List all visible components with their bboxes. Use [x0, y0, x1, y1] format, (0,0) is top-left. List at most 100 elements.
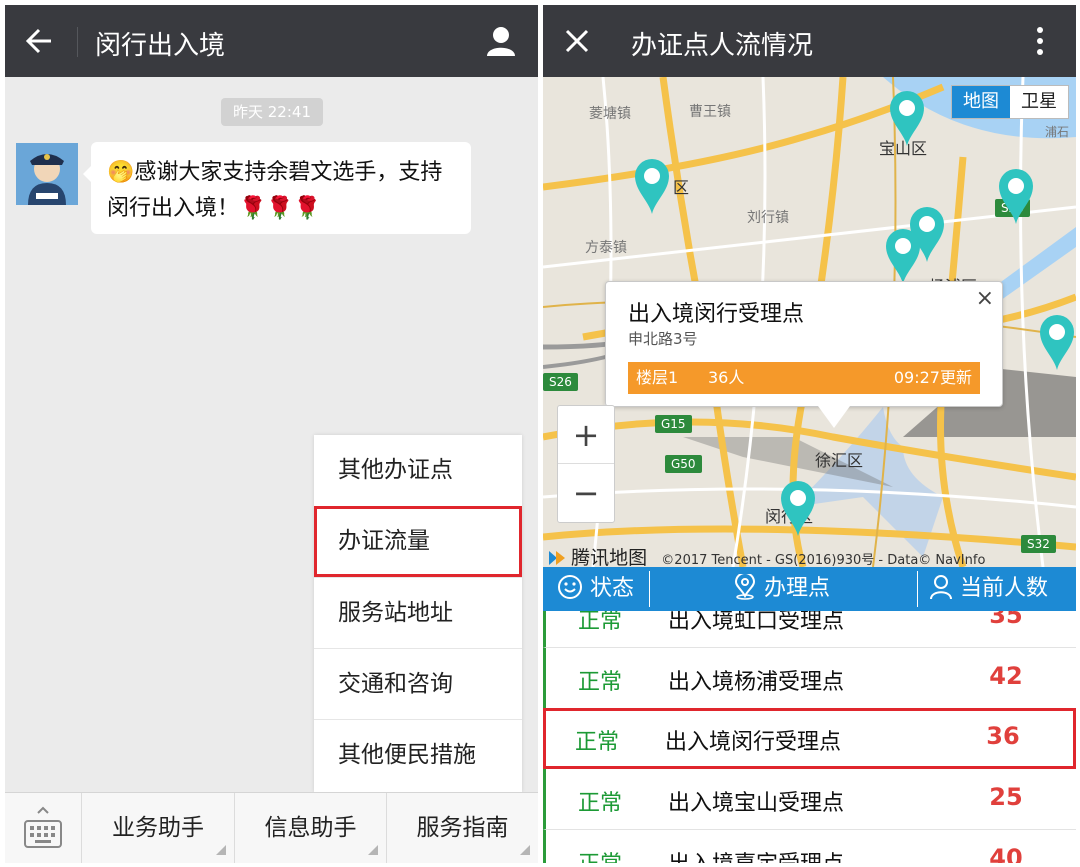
header-divider — [77, 27, 78, 57]
submenu-indicator-icon — [520, 845, 530, 855]
traffic-flow-screen: 办证点人流情况 菱塘镇 曹王镇 宝山区 区 刘行镇 方泰镇 徐汇区 浦石 G15… — [543, 5, 1076, 863]
map-credit: ©2017 Tencent - GS(2016)930号 - Data© Nav… — [661, 553, 986, 567]
location-pin-icon[interactable] — [997, 167, 1035, 225]
avatar[interactable] — [16, 143, 78, 205]
map-label: 菱塘镇 — [589, 106, 631, 122]
row-site-name: 出入境杨浦受理点 — [668, 670, 845, 695]
submenu-indicator-icon — [216, 845, 226, 855]
row-site-name: 出入境宝山受理点 — [668, 791, 845, 816]
highway-shield: S32 — [1021, 535, 1056, 553]
zoom-in-button[interactable]: + — [558, 406, 614, 464]
map-label: 刘行镇 — [747, 210, 789, 226]
bottom-menu-bar: 业务助手 信息助手 服务指南 — [5, 792, 538, 863]
map-label: 曹王镇 — [689, 104, 731, 120]
table-row[interactable]: 正常 出入境杨浦受理点 42 — [543, 648, 1076, 709]
popup-menu: 其他办证点 办证流量 服务站地址 交通和咨询 其他便民措施 — [314, 435, 522, 792]
row-count: 42 — [989, 662, 1023, 690]
message-timestamp: 昨天 22:41 — [221, 98, 323, 126]
back-arrow-icon[interactable] — [19, 23, 59, 59]
location-pin-icon[interactable] — [888, 89, 926, 147]
more-options-icon[interactable] — [1023, 21, 1057, 61]
page-header: 办证点人流情况 — [543, 5, 1076, 77]
location-pin-icon[interactable] — [779, 479, 817, 537]
map-view[interactable]: 菱塘镇 曹王镇 宝山区 区 刘行镇 方泰镇 杨浦区 徐汇区 闵行区 浦石 G15… — [543, 77, 1076, 567]
page-title: 办证点人流情况 — [631, 31, 814, 61]
map-label: 方泰镇 — [585, 240, 627, 256]
table-row[interactable]: 正常 出入境嘉定受理点 40 — [543, 830, 1076, 863]
chat-header: 闵行出入境 — [5, 5, 538, 77]
popup-floor: 楼层1 — [636, 368, 679, 387]
site-list: 正常 出入境虹口受理点 35 正常 出入境杨浦受理点 42 正常 出入境闵行受理… — [543, 611, 1076, 863]
tab-label: 信息助手 — [264, 815, 357, 841]
column-divider — [649, 571, 650, 607]
popup-count: 36人 — [708, 368, 745, 387]
row-status: 正常 — [578, 611, 623, 634]
menu-item-traffic-flow[interactable]: 办证流量 — [314, 506, 522, 577]
zoom-out-button[interactable]: − — [558, 464, 614, 522]
tab-info-assistant[interactable]: 信息助手 — [234, 793, 386, 863]
table-row[interactable]: 正常 出入境宝山受理点 25 — [543, 769, 1076, 830]
table-row-highlighted[interactable]: 正常 出入境闵行受理点 36 — [543, 708, 1076, 769]
row-count: 25 — [989, 783, 1023, 811]
popup-site-name: 出入境闵行受理点 — [628, 302, 805, 327]
highway-shield: G50 — [665, 455, 702, 473]
tab-label: 服务指南 — [416, 815, 509, 841]
map-type-toggle: 地图 卫星 — [951, 85, 1069, 119]
row-status: 正常 — [578, 846, 622, 863]
wechat-chat-screen: 闵行出入境 昨天 22:41 🤭感谢大家支持余碧文选手，支持闵行出入境！🌹🌹🌹 … — [5, 5, 538, 863]
status-column-header: 状态 — [557, 567, 634, 611]
highway-shield: G15 — [655, 415, 692, 433]
close-icon[interactable] — [557, 23, 597, 59]
map-label: 徐汇区 — [815, 451, 864, 470]
site-column-header: 办理点 — [733, 567, 830, 611]
row-count: 40 — [989, 844, 1023, 863]
popup-updated-time: 09:27更新 — [893, 368, 972, 387]
smiley-icon — [558, 575, 582, 599]
chat-title: 闵行出入境 — [95, 31, 226, 61]
popup-status-bar: 楼层1 36人 09:27更新 — [628, 362, 980, 394]
map-label: 浦石 — [1045, 125, 1070, 139]
chat-message-bubble[interactable]: 🤭感谢大家支持余碧文选手，支持闵行出入境！🌹🌹🌹 — [83, 142, 471, 234]
menu-item-transport-consult[interactable]: 交通和咨询 — [314, 648, 522, 719]
row-site-name: 出入境虹口受理点 — [668, 611, 845, 634]
site-header-label: 办理点 — [764, 576, 831, 601]
person-icon — [930, 575, 952, 600]
tab-business-assistant[interactable]: 业务助手 — [81, 793, 234, 863]
table-row[interactable]: 正常 出入境虹口受理点 35 — [543, 611, 1076, 648]
zoom-control: + − — [557, 405, 615, 523]
row-status: 正常 — [578, 670, 623, 695]
site-info-popup[interactable]: 出入境闵行受理点 申北路3号 × 楼层1 36人 09:27更新 — [605, 281, 1003, 428]
location-pin-icon[interactable] — [1038, 313, 1076, 371]
highway-shield: S26 — [543, 373, 578, 391]
count-column-header: 当前人数 — [929, 567, 1048, 611]
submenu-indicator-icon — [368, 845, 378, 855]
map-brand: 腾讯地图 — [571, 547, 648, 567]
popup-site-address: 申北路3号 — [628, 330, 698, 348]
row-status: 正常 — [578, 791, 623, 816]
tencent-map-logo-icon — [549, 551, 565, 565]
map-mode-button[interactable]: 地图 — [952, 86, 1010, 118]
menu-item-service-address[interactable]: 服务站地址 — [314, 577, 522, 648]
location-pin-icon[interactable] — [884, 227, 922, 285]
location-pin-icon[interactable] — [633, 157, 671, 215]
row-status: 正常 — [575, 730, 620, 755]
menu-item-other-sites[interactable]: 其他办证点 — [314, 435, 522, 506]
row-count: 35 — [989, 611, 1023, 629]
status-header-label: 状态 — [590, 576, 635, 601]
popup-close-icon[interactable]: × — [976, 286, 994, 311]
map-label: 区 — [673, 178, 690, 197]
map-attribution: 腾讯地图 ©2017 Tencent - GS(2016)930号 - Data… — [547, 543, 985, 567]
tab-service-guide[interactable]: 服务指南 — [386, 793, 538, 863]
column-divider — [917, 571, 918, 607]
table-header: 状态 办理点 当前人数 — [543, 567, 1076, 611]
location-icon — [734, 572, 756, 600]
count-header-label: 当前人数 — [960, 576, 1049, 601]
row-site-name: 出入境嘉定受理点 — [668, 846, 844, 863]
tab-label: 业务助手 — [112, 815, 204, 841]
row-site-name: 出入境闵行受理点 — [665, 730, 842, 755]
satellite-mode-button[interactable]: 卫星 — [1010, 86, 1068, 118]
keyboard-icon[interactable] — [5, 793, 81, 863]
menu-item-other-services[interactable]: 其他便民措施 — [314, 719, 522, 790]
row-count: 36 — [986, 722, 1020, 750]
user-profile-icon[interactable] — [481, 21, 521, 61]
